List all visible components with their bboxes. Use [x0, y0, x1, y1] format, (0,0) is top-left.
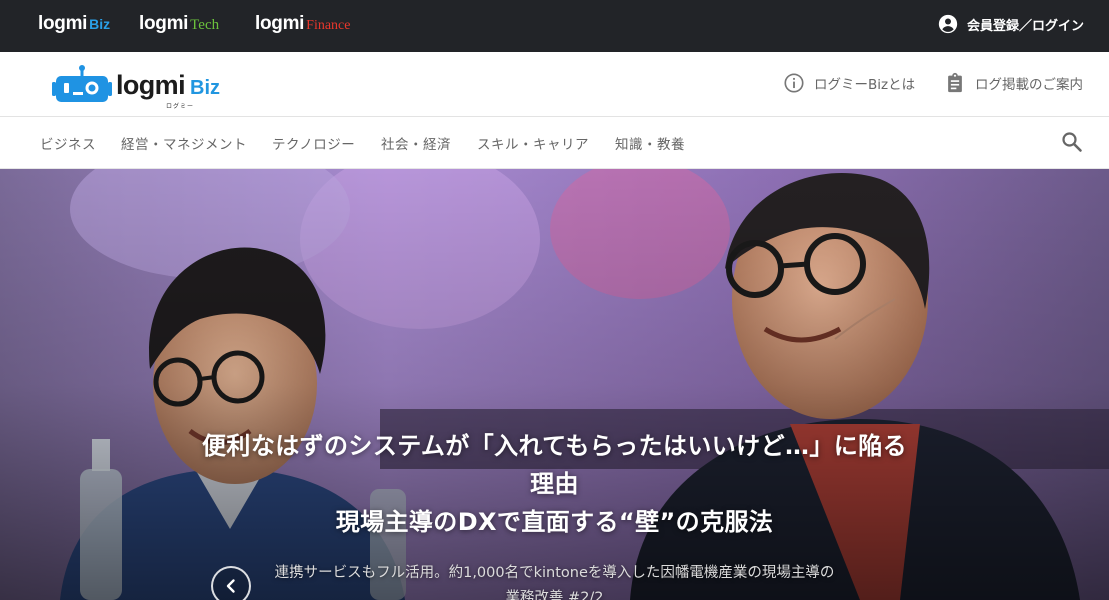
category-nav: ビジネス 経営・マネジメント テクノロジー 社会・経済 スキル・キャリア 知識・… — [0, 117, 1109, 169]
account-circle-icon — [938, 14, 958, 34]
nav-item-technology[interactable]: テクノロジー — [272, 133, 355, 153]
site-base-label: logmi — [139, 13, 189, 34]
about-label: ログミーBizとは — [814, 77, 916, 93]
hero-subtitle: 連携サービスもフル活用。約1,000名でkintoneを導入した因幡電機産業の現… — [0, 561, 1109, 600]
hero-title[interactable]: 便利なはずのシステムが「入れてもらったはいいけど…」に陥る 理由 現場主導のDX… — [0, 427, 1109, 541]
nav-item-business[interactable]: ビジネス — [40, 133, 96, 153]
site-suffix-label: Tech — [190, 17, 220, 33]
logo-wordmark: logmi Biz ログミー — [116, 69, 220, 110]
logo-suffix: Biz — [190, 76, 220, 99]
nav-item-knowledge[interactable]: 知識・教養 — [615, 133, 685, 153]
nav-item-skill-career[interactable]: スキル・キャリア — [477, 133, 589, 153]
login-label: 会員登録／ログイン — [966, 18, 1084, 34]
hero-title-line: 理由 — [530, 470, 579, 498]
search-icon[interactable] — [1060, 130, 1084, 154]
hero-title-line: 現場主導のDXで直面する“壁”の克服法 — [335, 508, 774, 536]
nav-item-management[interactable]: 経営・マネジメント — [121, 133, 247, 153]
logmi-biz-link[interactable]: logmi Biz — [38, 13, 110, 37]
login-button[interactable]: 会員登録／ログイン — [938, 14, 1084, 34]
info-icon — [784, 73, 804, 93]
hero-subtitle-line: 連携サービスもフル活用。約1,000名でkintoneを導入した因幡電機産業の現… — [274, 565, 835, 581]
nav-item-society-economy[interactable]: 社会・経済 — [381, 133, 451, 153]
logo-word: logmi — [116, 69, 186, 100]
site-logo[interactable]: logmi Biz ログミー — [52, 65, 220, 110]
logo-kana: ログミー — [166, 102, 195, 110]
hero-subtitle-line: 業務改善 #2/2 — [505, 590, 604, 600]
logmi-finance-link[interactable]: logmi Finance — [255, 13, 351, 37]
clipboard-icon — [948, 72, 962, 93]
network-bar: logmi Biz logmi Tech logmi Finance 会員登録／… — [0, 0, 1109, 52]
hero-slider[interactable]: 便利なはずのシステムが「入れてもらったはいいけど…」に陥る 理由 現場主導のDX… — [0, 169, 1109, 600]
site-base-label: logmi — [38, 13, 88, 34]
listing-guide-link[interactable]: ログ掲載のご案内 — [944, 72, 1083, 94]
robot-logo-icon — [52, 65, 112, 102]
hero-title-line: 便利なはずのシステムが「入れてもらったはいいけど…」に陥る — [202, 432, 907, 460]
site-base-label: logmi — [255, 13, 305, 34]
about-link[interactable]: ログミーBizとは — [783, 72, 915, 94]
chevron-left-icon — [226, 579, 235, 593]
listing-guide-label: ログ掲載のご案内 — [975, 77, 1083, 93]
logmi-tech-link[interactable]: logmi Tech — [139, 13, 219, 37]
slider-prev-button[interactable] — [211, 566, 251, 600]
site-suffix-label: Biz — [89, 16, 111, 32]
site-header: logmi Biz ログミー ログミーBizとは ログ掲載のご案内 — [0, 52, 1109, 117]
site-suffix-label: Finance — [306, 18, 351, 33]
